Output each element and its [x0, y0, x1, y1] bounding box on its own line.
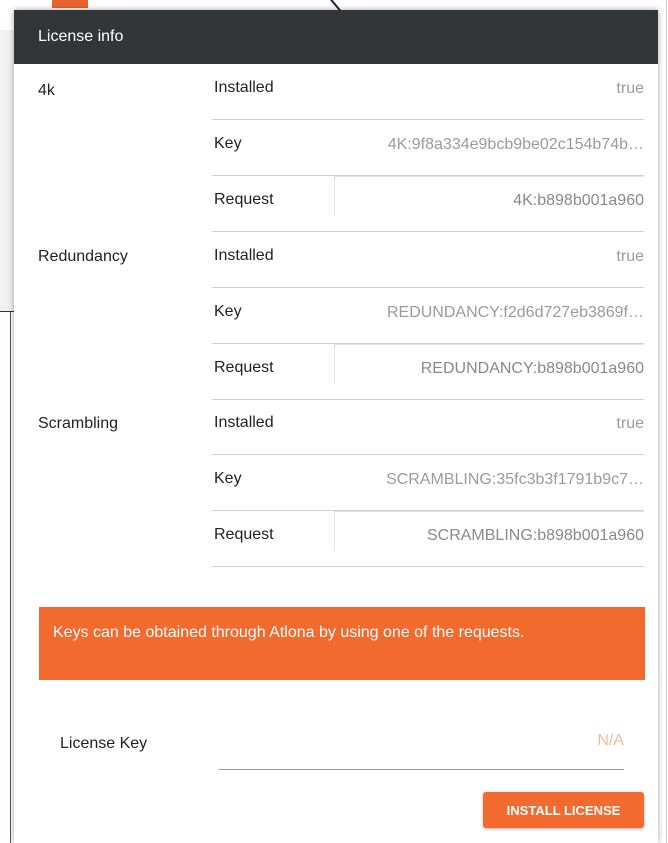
info-notice: Keys can be obtained through Atlona by u… [39, 607, 645, 680]
license-row-4k-key: Key 4K:9f8a334e9bcb9be02c154b74b… [212, 120, 644, 176]
request-value: SCRAMBLING:b898b001a960 [426, 527, 644, 544]
license-row-scrambling-key: Key SCRAMBLING:35fc3b3f1791b9c7… [212, 455, 644, 511]
installed-label: Installed [214, 247, 274, 264]
key-label: Key [214, 303, 242, 320]
key-label: Key [214, 470, 242, 487]
installed-label: Installed [214, 79, 274, 96]
dialog-title: License info [14, 10, 658, 64]
installed-label: Installed [214, 414, 274, 431]
license-row-redundancy-key: Key REDUNDANCY:f2d6d727eb3869f… [212, 288, 644, 344]
license-name-scrambling: Scrambling [38, 415, 119, 432]
license-name-4k: 4k [38, 82, 55, 99]
request-value: REDUNDANCY:b898b001a960 [420, 360, 644, 377]
request-field[interactable]: 4K:b898b001a960 [334, 176, 644, 231]
key-value: SCRAMBLING:35fc3b3f1791b9c7… [386, 471, 644, 488]
installed-value: true [616, 80, 644, 97]
key-field[interactable]: REDUNDANCY:f2d6d727eb3869f… [334, 288, 644, 343]
license-row-scrambling-installed: Installed true [212, 399, 644, 455]
request-label: Request [214, 526, 274, 543]
key-value: REDUNDANCY:f2d6d727eb3869f… [386, 304, 644, 321]
license-row-scrambling-request: Request SCRAMBLING:b898b001a960 [212, 511, 644, 567]
install-license-button[interactable]: INSTALL LICENSE [483, 792, 644, 828]
installed-field: true [334, 399, 644, 454]
request-value: 4K:b898b001a960 [513, 192, 644, 209]
license-row-4k-installed: Installed true [212, 64, 644, 120]
key-field[interactable]: SCRAMBLING:35fc3b3f1791b9c7… [334, 455, 644, 510]
license-key-input[interactable] [219, 712, 624, 770]
license-key-label: License Key [60, 735, 148, 752]
request-field[interactable]: REDUNDANCY:b898b001a960 [334, 344, 644, 399]
license-row-4k-request: Request 4K:b898b001a960 [212, 176, 644, 232]
key-label: Key [214, 135, 242, 152]
license-row-redundancy-installed: Installed true [212, 232, 644, 288]
license-row-redundancy-request: Request REDUNDANCY:b898b001a960 [212, 344, 644, 400]
request-label: Request [214, 191, 274, 208]
license-name-redundancy: Redundancy [38, 248, 128, 265]
key-field[interactable]: 4K:9f8a334e9bcb9be02c154b74b… [334, 120, 644, 175]
installed-field: true [334, 64, 644, 119]
license-info-dialog: License info 4k Installed true Key 4K:9f… [14, 10, 658, 843]
request-field[interactable]: SCRAMBLING:b898b001a960 [334, 511, 644, 566]
background-active-tab [52, 0, 88, 8]
request-label: Request [214, 359, 274, 376]
background-divider-right [666, 0, 667, 843]
key-value: 4K:9f8a334e9bcb9be02c154b74b… [387, 136, 644, 153]
installed-value: true [616, 248, 644, 265]
installed-field: true [334, 232, 644, 287]
installed-value: true [616, 415, 644, 432]
background-panel [0, 30, 14, 312]
background-divider [10, 312, 11, 843]
